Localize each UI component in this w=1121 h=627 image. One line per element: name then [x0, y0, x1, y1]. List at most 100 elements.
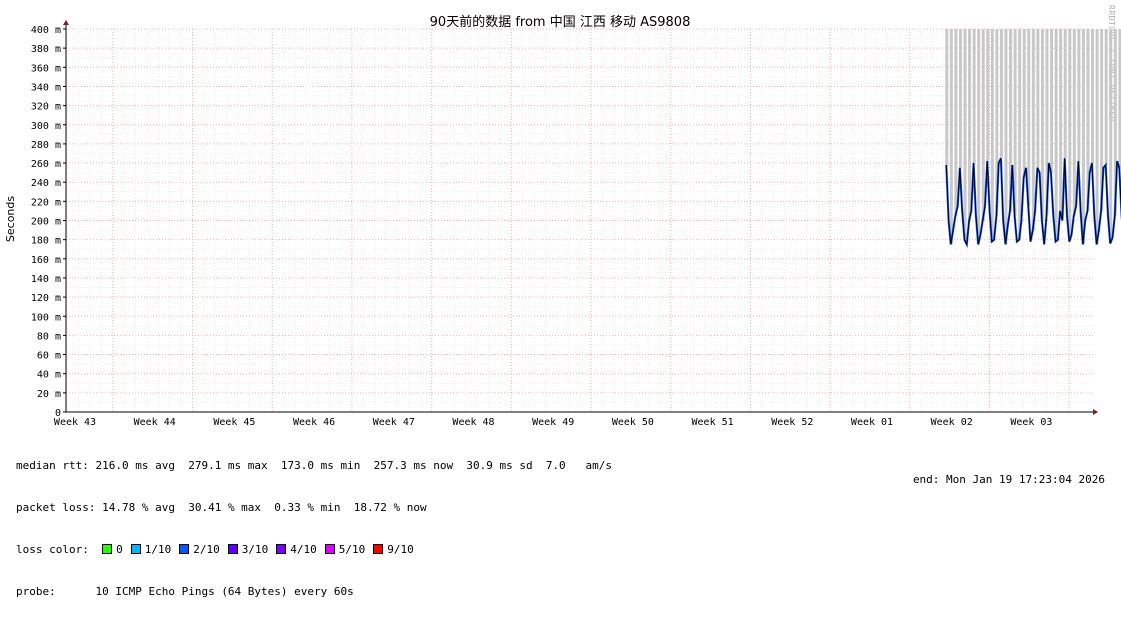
loss-spike	[1063, 29, 1067, 159]
loss-spike	[949, 29, 953, 245]
loss-spike	[981, 29, 985, 221]
loss-spike	[1109, 29, 1113, 244]
y-tick-label: 340 m	[31, 82, 61, 93]
loss-spike	[958, 29, 962, 168]
loss-color-label-text: 1/10	[144, 543, 172, 556]
y-tick-label: 80 m	[37, 331, 61, 342]
loss-spike	[1059, 29, 1063, 211]
loss-spike	[1081, 29, 1085, 245]
x-tick-label: Week 47	[373, 417, 415, 428]
y-axis-arrow	[63, 20, 69, 25]
loss-spike	[954, 29, 958, 216]
loss-spike	[977, 29, 981, 245]
loss-color-label-text: 0	[116, 543, 123, 556]
chart-title: 90天前的数据 from 中国 江西 移动 AS9808	[430, 14, 691, 30]
loss-color-swatch	[276, 544, 287, 554]
end-time: end: Mon Jan 19 17:23:04 2026	[912, 473, 1105, 486]
loss-spike	[1004, 29, 1008, 245]
loss-spike	[1036, 29, 1040, 168]
x-tick-label: Week 03	[1010, 417, 1052, 428]
probe-row: probe: 10 ICMP Echo Pings (64 Bytes) eve…	[16, 585, 612, 599]
axes	[63, 20, 1098, 415]
loss-color-item: 5/10	[324, 543, 366, 556]
loss-color-row: loss color: 0 1/10 2/10 3/10 4/10 5/10 9/10	[16, 543, 612, 557]
loss-spike	[963, 29, 967, 240]
x-tick-label: Week 45	[213, 417, 255, 428]
loss-spike	[990, 29, 994, 242]
loss-color-item: 1/10	[130, 543, 172, 556]
y-tick-label: 260 m	[31, 159, 61, 170]
loss-color-label: loss color:	[16, 543, 89, 556]
loss-color-swatch	[179, 544, 190, 554]
y-tick-label: 400 m	[31, 25, 61, 36]
loss-spike	[1077, 29, 1081, 162]
y-tick-label: 300 m	[31, 121, 61, 132]
x-tick-label: Week 44	[134, 417, 176, 428]
loss-color-swatch	[130, 544, 141, 554]
y-tick-label: 200 m	[31, 217, 61, 228]
x-tick-label: Week 01	[851, 417, 893, 428]
loss-spike	[986, 29, 990, 162]
x-tick-labels: Week 43 Week 44 Week 45 Week 46 Week 47 Week …	[54, 417, 1053, 428]
y-tick-label: 160 m	[31, 255, 61, 266]
median-rtt-label: median rtt:	[16, 459, 89, 472]
x-tick-label: Week 43	[54, 417, 96, 428]
x-tick-label: Week 02	[931, 417, 973, 428]
y-axis-label: Seconds	[4, 196, 17, 242]
loss-spike	[968, 29, 972, 221]
y-tick-label: 360 m	[31, 63, 61, 74]
x-tick-label: Week 51	[692, 417, 734, 428]
probe-label: probe:	[16, 585, 56, 598]
y-tick-label: 180 m	[31, 236, 61, 247]
loss-color-item: 4/10	[276, 543, 317, 556]
loss-spike	[1095, 29, 1099, 245]
stats-legend: median rtt: 216.0 ms avg 279.1 ms max 17…	[16, 431, 612, 627]
loss-spike	[1031, 29, 1035, 231]
loss-color-swatch	[324, 544, 335, 554]
probe-values: 10 ICMP Echo Pings (64 Bytes) every 60s	[55, 585, 354, 598]
loss-color-list: 0 1/10 2/10 3/10 4/10 5/10 9/10	[102, 543, 422, 556]
loss-color-swatch	[102, 544, 113, 554]
loss-spike	[1018, 29, 1022, 240]
x-tick-label: Week 52	[771, 417, 813, 428]
loss-color-label-text: 9/10	[387, 543, 414, 556]
y-tick-label: 320 m	[31, 102, 61, 113]
loss-color-label-text: 5/10	[338, 543, 366, 556]
loss-color-item: 3/10	[227, 543, 269, 556]
loss-spike	[1022, 29, 1026, 178]
loss-spike	[999, 29, 1003, 159]
y-tick-label: 120 m	[31, 293, 61, 304]
loss-spike	[1054, 29, 1058, 242]
grid	[66, 28, 1093, 413]
x-tick-label: Week 50	[612, 417, 654, 428]
packet-loss-label: packet loss:	[16, 501, 96, 514]
loss-color-label-text: 2/10	[193, 543, 220, 556]
x-tick-label: Week 49	[532, 417, 574, 428]
y-tick-label: 220 m	[31, 197, 61, 208]
loss-spike	[945, 29, 949, 165]
loss-spike	[972, 29, 976, 164]
latency-chart: 90天前的数据 from 中国 江西 移动 AS9808 RRDTOOL / T…	[4, 5, 1121, 428]
y-tick-label: 100 m	[31, 312, 61, 323]
packet-loss-row: packet loss: 14.78 % avg 30.41 % max 0.3…	[16, 501, 612, 515]
y-tick-label: 140 m	[31, 274, 61, 285]
y-tick-label: 240 m	[31, 178, 61, 189]
y-tick-label: 20 m	[37, 389, 61, 400]
loss-spike	[1091, 29, 1095, 164]
y-tick-label: 380 m	[31, 44, 61, 55]
loss-spike	[1104, 29, 1108, 165]
y-tick-label: 40 m	[37, 370, 61, 381]
median-rtt-row: median rtt: 216.0 ms avg 279.1 ms max 17…	[16, 459, 612, 473]
smokeping-graph: 90天前的数据 from 中国 江西 移动 AS9808 RRDTOOL / T…	[0, 0, 1121, 598]
x-tick-label: Week 48	[452, 417, 494, 428]
loss-color-item: 2/10	[179, 543, 220, 556]
loss-color-swatch	[227, 544, 238, 554]
y-tick-label: 280 m	[31, 140, 61, 151]
loss-color-label-text: 3/10	[241, 543, 269, 556]
y-tick-labels: 020 m40 m60 m80 m100 m120 m140 m160 m180…	[31, 25, 61, 419]
loss-spike	[1050, 29, 1054, 173]
loss-color-label-text: 4/10	[290, 543, 317, 556]
x-tick-label: Week 46	[293, 417, 335, 428]
loss-color-swatch	[373, 544, 384, 554]
median-rtt-values: 216.0 ms avg 279.1 ms max 173.0 ms min 2…	[88, 459, 613, 472]
